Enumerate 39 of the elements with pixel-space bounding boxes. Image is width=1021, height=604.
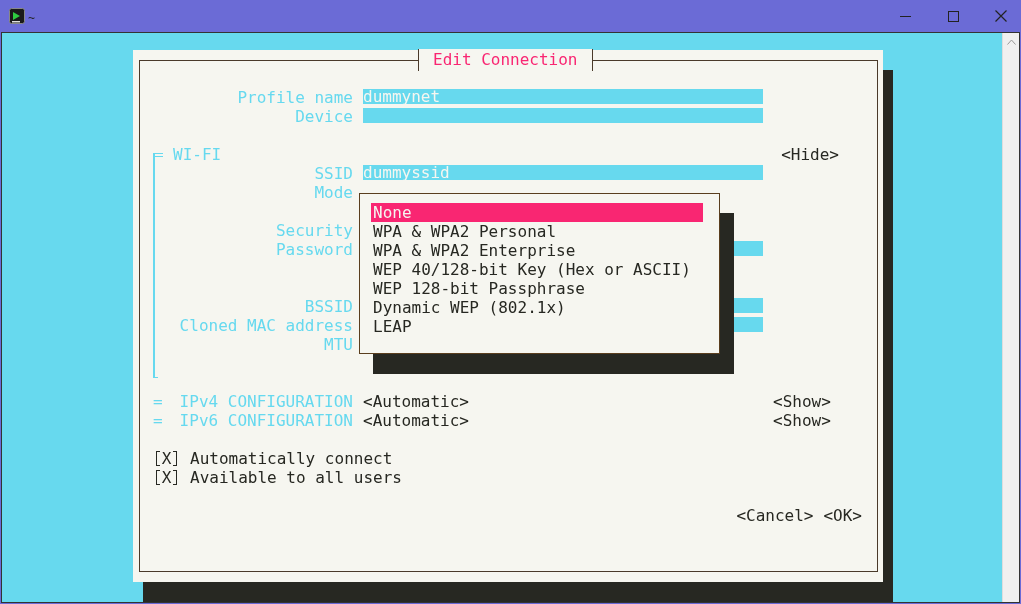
cancel-button[interactable]: <Cancel> [736,506,814,525]
scrollbar[interactable] [1002,33,1019,602]
checkbox[interactable]: X [153,469,180,486]
field-label: Device [295,107,353,126]
maximize-icon[interactable] [948,10,959,22]
checkbox[interactable]: X [153,450,180,467]
show-button[interactable]: <Show> [773,392,831,411]
scroll-up-icon[interactable] [1006,39,1016,45]
window-title: ~ [28,9,35,27]
section-title: IPv4 CONFIGURATION [179,392,353,411]
section-title: IPv6 CONFIGURATION [179,411,353,430]
field-label: Profile name [237,88,353,107]
input-field[interactable] [363,108,763,125]
dropdown-value[interactable]: <Automatic> [363,392,763,411]
minimize-icon[interactable] [900,15,911,17]
field-label: Password [275,240,353,259]
field-label: Cloned MAC address [179,316,353,335]
menu-item[interactable]: WEP 128-bit Passphrase [371,279,703,298]
dropdown-value[interactable]: <Automatic> [363,411,763,430]
checkbox-label: Automatically connect [190,449,393,468]
menu-item[interactable]: WEP 40/128-bit Key (Hex or ASCII) [371,260,703,279]
section-title: WI-FI [173,145,222,164]
terminal-icon [9,8,25,24]
show-button[interactable]: <Show> [773,411,831,430]
field-label: Mode [314,183,353,202]
menu-item[interactable]: None [371,203,703,222]
close-icon[interactable] [995,10,1007,22]
menu-item[interactable]: LEAP [371,317,703,336]
checkbox-label: Available to all users [190,468,402,487]
ok-button[interactable]: <OK> [823,506,862,525]
field-label: BSSID [304,297,353,316]
menu-item[interactable]: WPA & WPA2 Enterprise [371,241,703,260]
field-label: Security [275,221,353,240]
field-label: SSID [314,164,353,183]
menu-item[interactable]: WPA & WPA2 Personal [371,222,703,241]
menu-item[interactable]: Dynamic WEP (802.1x) [371,298,703,317]
field-label: MTU [324,335,353,354]
dialog-title: Edit Connection [418,49,593,71]
hide-button[interactable]: <Hide> [781,145,839,164]
